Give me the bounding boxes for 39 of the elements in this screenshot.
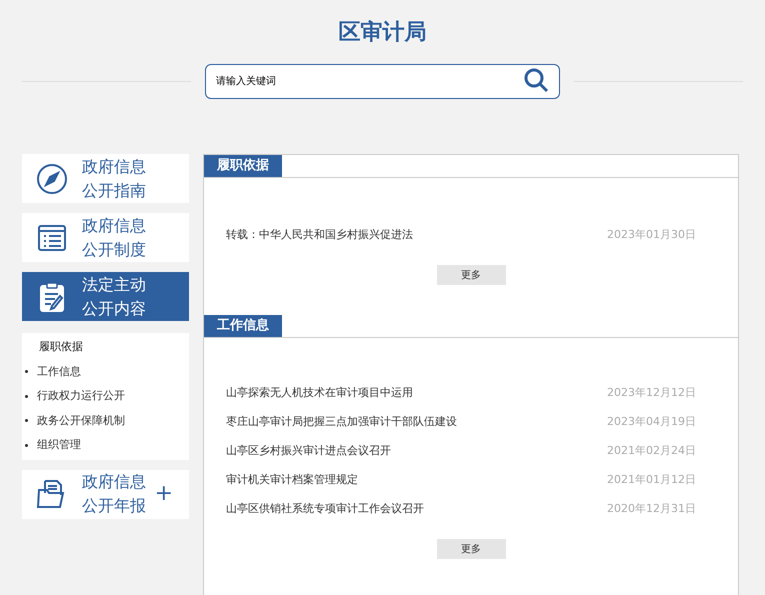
compass-icon [36, 162, 68, 194]
submenu-item[interactable]: 工作信息 [37, 364, 81, 380]
article-link[interactable]: 枣庄山亭审计局把握三点加强审计干部队伍建设 [226, 414, 457, 430]
search-field[interactable]: 请输入关键词 [205, 64, 560, 99]
submenu-item[interactable]: 组织管理 [37, 437, 81, 454]
card-title: 法定主动 [82, 274, 146, 296]
article-date: 2023年04月19日 [607, 414, 696, 430]
card-title: 公开制度 [82, 238, 146, 260]
article-link[interactable]: 山亭区乡村振兴审计进点会议召开 [226, 442, 391, 460]
submenu-item[interactable]: 履职依据 [39, 339, 83, 356]
article-date: 2021年02月24日 [607, 442, 696, 459]
article-link[interactable]: 转载：中华人民共和国乡村振兴促进法 [226, 226, 413, 244]
bullet-icon [25, 370, 28, 374]
article-date: 2023年12月12日 [607, 384, 696, 401]
bullet-icon [25, 444, 28, 447]
article-link[interactable]: 山亭区供销社系统专项审计工作会议召开 [226, 500, 424, 518]
article-date: 2021年01月12日 [607, 472, 696, 488]
card-title: 政府信息 [82, 156, 146, 178]
sidebar-card[interactable]: 法定主动 公开内容 [22, 272, 189, 321]
page-title: 区审计局 [338, 18, 426, 47]
card-title: 公开内容 [82, 298, 146, 320]
sidebar-card[interactable]: 政府信息 公开制度 [22, 213, 189, 262]
card-title: 公开年报 [82, 495, 146, 517]
submenu-item[interactable]: 政务公开保障机制 [37, 412, 125, 429]
more-button[interactable]: 更多 [436, 265, 506, 285]
submenu-item[interactable]: 行政权力运行公开 [37, 388, 125, 404]
search-icon[interactable] [524, 68, 550, 94]
sidebar-card[interactable]: 政府信息 公开指南 [22, 154, 189, 203]
card-title: 政府信息 [82, 214, 146, 236]
bullet-icon [25, 394, 28, 398]
card-title: 公开指南 [82, 180, 146, 202]
article-date: 2020年12月31日 [607, 500, 696, 517]
card-title: 政府信息 [82, 471, 146, 493]
article-date: 2023年01月30日 [607, 226, 696, 243]
expand-toggle[interactable]: + [154, 483, 173, 505]
article-link[interactable]: 山亭探索无人机技术在审计项目中运用 [226, 384, 413, 402]
more-button[interactable]: 更多 [436, 539, 506, 559]
bullet-icon [25, 419, 28, 422]
article-link[interactable]: 审计机关审计档案管理规定 [226, 472, 358, 488]
